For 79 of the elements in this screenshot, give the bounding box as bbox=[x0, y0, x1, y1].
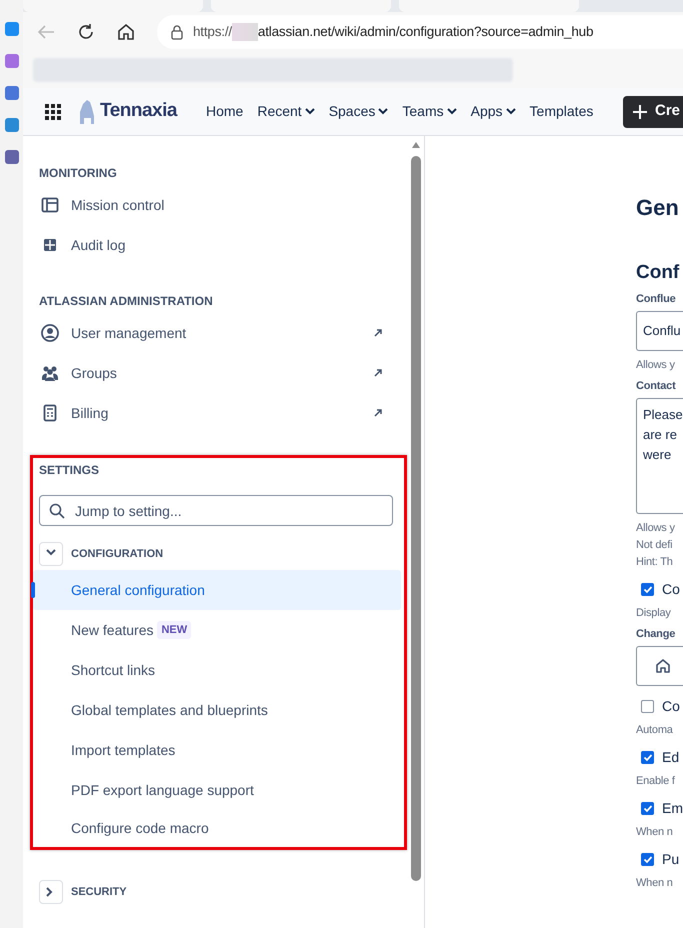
help-text: Allows y bbox=[636, 358, 676, 372]
lock-icon bbox=[171, 24, 183, 40]
new-badge: NEW bbox=[157, 620, 192, 640]
settings-item[interactable]: Shortcut links bbox=[33, 650, 401, 690]
settings-item[interactable]: Import templates bbox=[33, 730, 401, 770]
help-text: Enable f bbox=[636, 774, 676, 788]
checkbox[interactable] bbox=[641, 582, 654, 596]
logo[interactable]: Tennaxia bbox=[76, 97, 177, 126]
help-text: When n bbox=[636, 825, 674, 839]
help-text: When n bbox=[636, 876, 674, 890]
help-text: Automa bbox=[636, 723, 674, 737]
nav-link[interactable]: Spaces bbox=[322, 101, 396, 122]
nav-link[interactable]: Recent bbox=[250, 101, 322, 122]
field-label: Conflue bbox=[636, 292, 677, 307]
sidebar-app-icon[interactable] bbox=[4, 22, 18, 36]
sidebar-app-icon[interactable] bbox=[4, 54, 18, 68]
home-icon bbox=[655, 658, 671, 674]
section-heading: ATLASSIAN ADMINISTRATION bbox=[39, 293, 214, 310]
sidebar-item[interactable]: Billing bbox=[39, 393, 408, 433]
checkbox-label: Co bbox=[662, 580, 680, 598]
people-icon bbox=[41, 364, 59, 382]
app-switcher-icon[interactable] bbox=[45, 104, 61, 120]
sidebar-app-icon[interactable] bbox=[4, 150, 18, 164]
sidebar-item[interactable]: User management bbox=[39, 313, 408, 353]
section-title: Conf bbox=[636, 261, 680, 285]
check-icon bbox=[642, 752, 652, 762]
checkbox-label: Pu bbox=[662, 850, 680, 868]
input-field[interactable]: Conflu bbox=[636, 311, 683, 351]
text-area[interactable]: Please are re were bbox=[636, 398, 683, 514]
settings-item[interactable]: New features NEW bbox=[33, 610, 401, 650]
refresh-icon[interactable] bbox=[77, 23, 95, 41]
settings-item[interactable]: General configuration bbox=[33, 570, 401, 610]
check-icon bbox=[642, 854, 652, 864]
nav-link[interactable]: Templates bbox=[522, 101, 600, 122]
home-icon[interactable] bbox=[117, 23, 135, 41]
nav-link[interactable]: Home bbox=[198, 101, 250, 122]
scrollbar-thumb[interactable] bbox=[410, 156, 421, 881]
search-field[interactable]: Jump to setting... bbox=[39, 495, 393, 526]
user-icon bbox=[41, 324, 59, 342]
calculator-icon bbox=[41, 404, 59, 422]
sidebar-item[interactable]: Groups bbox=[39, 353, 408, 393]
checkbox[interactable] bbox=[641, 852, 654, 866]
layout-icon bbox=[41, 196, 59, 214]
sidebar-app-icon[interactable] bbox=[4, 118, 18, 132]
check-icon bbox=[642, 584, 652, 594]
checkbox-label: Em bbox=[662, 798, 683, 818]
check-icon bbox=[642, 804, 652, 812]
help-text: Hint: Th bbox=[636, 555, 674, 569]
expand-button[interactable] bbox=[39, 542, 63, 566]
help-text: Not defi bbox=[636, 538, 674, 552]
page-title: Gen bbox=[636, 194, 680, 221]
expand-button[interactable] bbox=[39, 880, 63, 904]
sidebar-app-icon[interactable] bbox=[4, 86, 18, 100]
scroll-up-icon[interactable] bbox=[412, 142, 420, 148]
checkbox-label: Ed bbox=[662, 748, 680, 766]
group-heading: CONFIGURATION bbox=[71, 546, 164, 562]
nav-link[interactable]: Apps bbox=[464, 101, 523, 122]
help-text: Allows y bbox=[636, 521, 676, 535]
nav-link[interactable]: Teams bbox=[395, 101, 464, 122]
help-text: Display bbox=[636, 606, 672, 620]
field-label: Contact bbox=[636, 379, 677, 394]
settings-item[interactable]: Configure code macro bbox=[33, 810, 401, 847]
sidebar-item[interactable]: Audit log bbox=[39, 225, 408, 265]
grid-icon bbox=[41, 236, 59, 254]
checkbox-label: Co bbox=[662, 696, 680, 716]
section-heading: MONITORING bbox=[39, 165, 118, 182]
checkbox[interactable] bbox=[641, 802, 654, 814]
settings-item[interactable]: Global templates and blueprints bbox=[33, 690, 401, 730]
settings-item[interactable]: PDF export language support bbox=[33, 770, 401, 810]
plus-icon bbox=[632, 104, 647, 118]
checkbox[interactable] bbox=[641, 700, 654, 712]
field-label: Change bbox=[636, 627, 676, 642]
create-button[interactable]: Cre bbox=[622, 96, 683, 128]
group-heading: SECURITY bbox=[71, 884, 127, 900]
redacted-text bbox=[232, 23, 258, 42]
checkbox[interactable] bbox=[641, 750, 654, 764]
address-bar[interactable]: https:// atlassian.net/wiki/admin/configuration?source=admin_hub bbox=[157, 15, 683, 49]
sidebar-item[interactable]: Mission control bbox=[39, 185, 408, 225]
section-heading: SETTINGS bbox=[39, 462, 100, 479]
